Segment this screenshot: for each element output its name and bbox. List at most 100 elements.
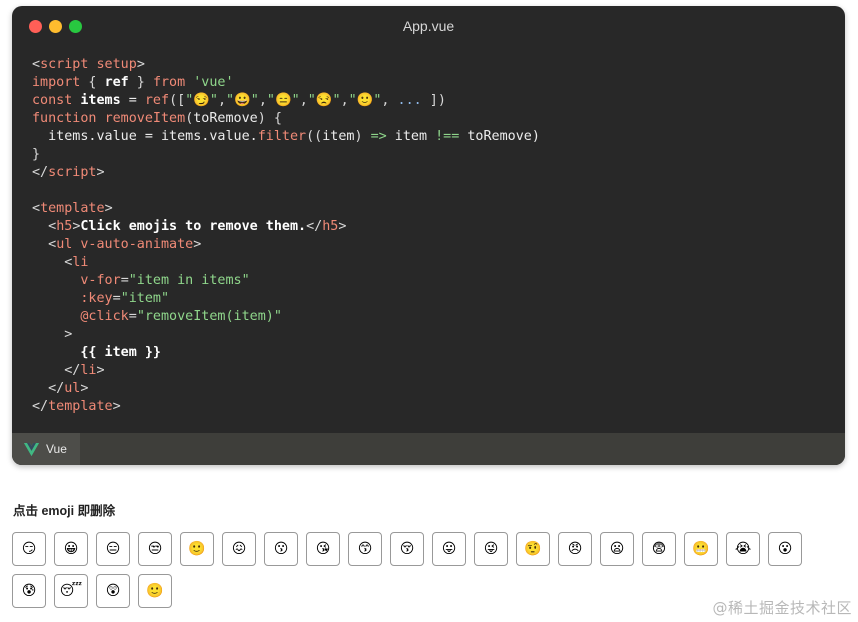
emoji-item[interactable]: 🙂 (138, 574, 172, 608)
code-token: const (32, 93, 73, 108)
emoji-item[interactable]: 😨 (642, 532, 676, 566)
code-token: v-for (80, 273, 121, 288)
code-window: App.vue <script setup> import { ref } fro… (12, 6, 845, 465)
code-line: {{ item }} (32, 344, 835, 362)
emoji-item[interactable]: 😭 (726, 532, 760, 566)
emoji-item[interactable]: 😰 (12, 574, 46, 608)
emoji-item[interactable]: 😚 (390, 532, 424, 566)
emoji-item[interactable]: 😛 (432, 532, 466, 566)
emoji-item[interactable]: 😘 (306, 532, 340, 566)
code-token: toRemove) (459, 129, 540, 144)
code-token: , (258, 93, 267, 108)
code-token: , (217, 93, 227, 108)
code-token: "😀" (226, 93, 259, 108)
emoji-item[interactable]: 😲 (96, 574, 130, 608)
code-token: , (299, 93, 308, 108)
code-token: Click emojis to remove them. (80, 219, 307, 234)
code-line: v-for="item in items" (32, 272, 835, 290)
code-token: } (32, 147, 41, 162)
code-token: "item in items" (128, 273, 250, 288)
code-token: < (32, 219, 57, 234)
code-line: <li (32, 254, 835, 272)
code-token: template (48, 399, 113, 414)
code-token: h5 (322, 219, 339, 234)
emoji-item[interactable]: 😠 (558, 532, 592, 566)
code-token: ul (64, 381, 81, 396)
code-token: > (193, 237, 202, 252)
emoji-item[interactable]: 😮 (768, 532, 802, 566)
code-token: , (340, 93, 349, 108)
code-token: @click (80, 309, 129, 324)
code-line: <ul v-auto-animate> (32, 236, 835, 254)
code-line: <h5>Click emojis to remove them.</h5> (32, 218, 835, 236)
code-token: > (136, 57, 145, 72)
code-line: @click="removeItem(item)" (32, 308, 835, 326)
code-token: ... (397, 93, 422, 108)
code-token: ) { (257, 111, 282, 126)
tab-vue[interactable]: Vue (12, 433, 80, 465)
code-line: </script> (32, 164, 835, 182)
emoji-item[interactable]: 🤨 (516, 532, 550, 566)
code-line: :key="item" (32, 290, 835, 308)
title-bar: App.vue (12, 6, 845, 48)
code-token: </ (32, 381, 65, 396)
code-token: < (32, 255, 73, 270)
emoji-item[interactable]: 😦 (600, 532, 634, 566)
emoji-item[interactable]: 🙂 (180, 532, 214, 566)
code-token: > (32, 327, 73, 342)
emoji-item[interactable]: 😏 (12, 532, 46, 566)
code-token: item (322, 129, 355, 144)
code-token: toRemove (193, 111, 258, 126)
code-line: function removeItem(toRemove) { (32, 110, 835, 128)
code-token: ref (144, 93, 170, 108)
code-token: items.value = items.value. (32, 129, 258, 144)
code-token: < (32, 237, 57, 252)
emoji-item[interactable]: 😖 (222, 532, 256, 566)
code-token: !== (435, 129, 460, 144)
code-token: "removeItem(item)" (136, 309, 282, 324)
emoji-item[interactable]: 😑 (96, 532, 130, 566)
emoji-list: 😏 😀 😑 😒 🙂 😖 😗 😘 😙 😚 😛 😜 🤨 😠 😦 😨 😬 😭 😮 😰 😴 😲 🙂 (12, 532, 812, 608)
code-token: = (120, 273, 129, 288)
code-token: (( (306, 129, 323, 144)
code-line: } (32, 146, 835, 164)
tab-label: Vue (46, 442, 67, 456)
code-line: </template> (32, 398, 835, 416)
code-token: h5 (56, 219, 73, 234)
emoji-item[interactable]: 😒 (138, 532, 172, 566)
watermark: @稀土掘金技术社区 (712, 599, 852, 617)
code-token: > (80, 381, 89, 396)
language-tab-bar: Vue (12, 433, 845, 465)
code-token: script (48, 165, 97, 180)
emoji-item[interactable]: 😀 (54, 532, 88, 566)
code-line: </li> (32, 362, 835, 380)
code-token: { (80, 75, 105, 90)
code-token: filter (257, 129, 307, 144)
code-token: ([ (169, 93, 186, 108)
code-token: "🙂" (348, 93, 382, 108)
code-token: from (152, 75, 186, 90)
demo-heading: 点击 emoji 即删除 (13, 504, 116, 518)
code-token: </ (32, 363, 81, 378)
emoji-item[interactable]: 😴 (54, 574, 88, 608)
emoji-item[interactable]: 😗 (264, 532, 298, 566)
code-token: "😏" (185, 93, 218, 108)
code-line: import { ref } from 'vue' (32, 74, 835, 92)
code-token: } (128, 75, 153, 90)
code-token: > (96, 165, 105, 180)
code-token: function (32, 111, 97, 126)
code-token: ) (354, 129, 371, 144)
code-token: ref (104, 75, 129, 90)
vue-logo-icon (24, 442, 39, 456)
code-line: items.value = items.value.filter((item) … (32, 128, 835, 146)
code-token: items (80, 93, 121, 108)
code-block: <script setup> import { ref } from 'vue' c… (32, 56, 835, 416)
emoji-item[interactable]: 😙 (348, 532, 382, 566)
emoji-item[interactable]: 😬 (684, 532, 718, 566)
emoji-item[interactable]: 😜 (474, 532, 508, 566)
code-token: ul v-auto-animate (56, 237, 194, 252)
